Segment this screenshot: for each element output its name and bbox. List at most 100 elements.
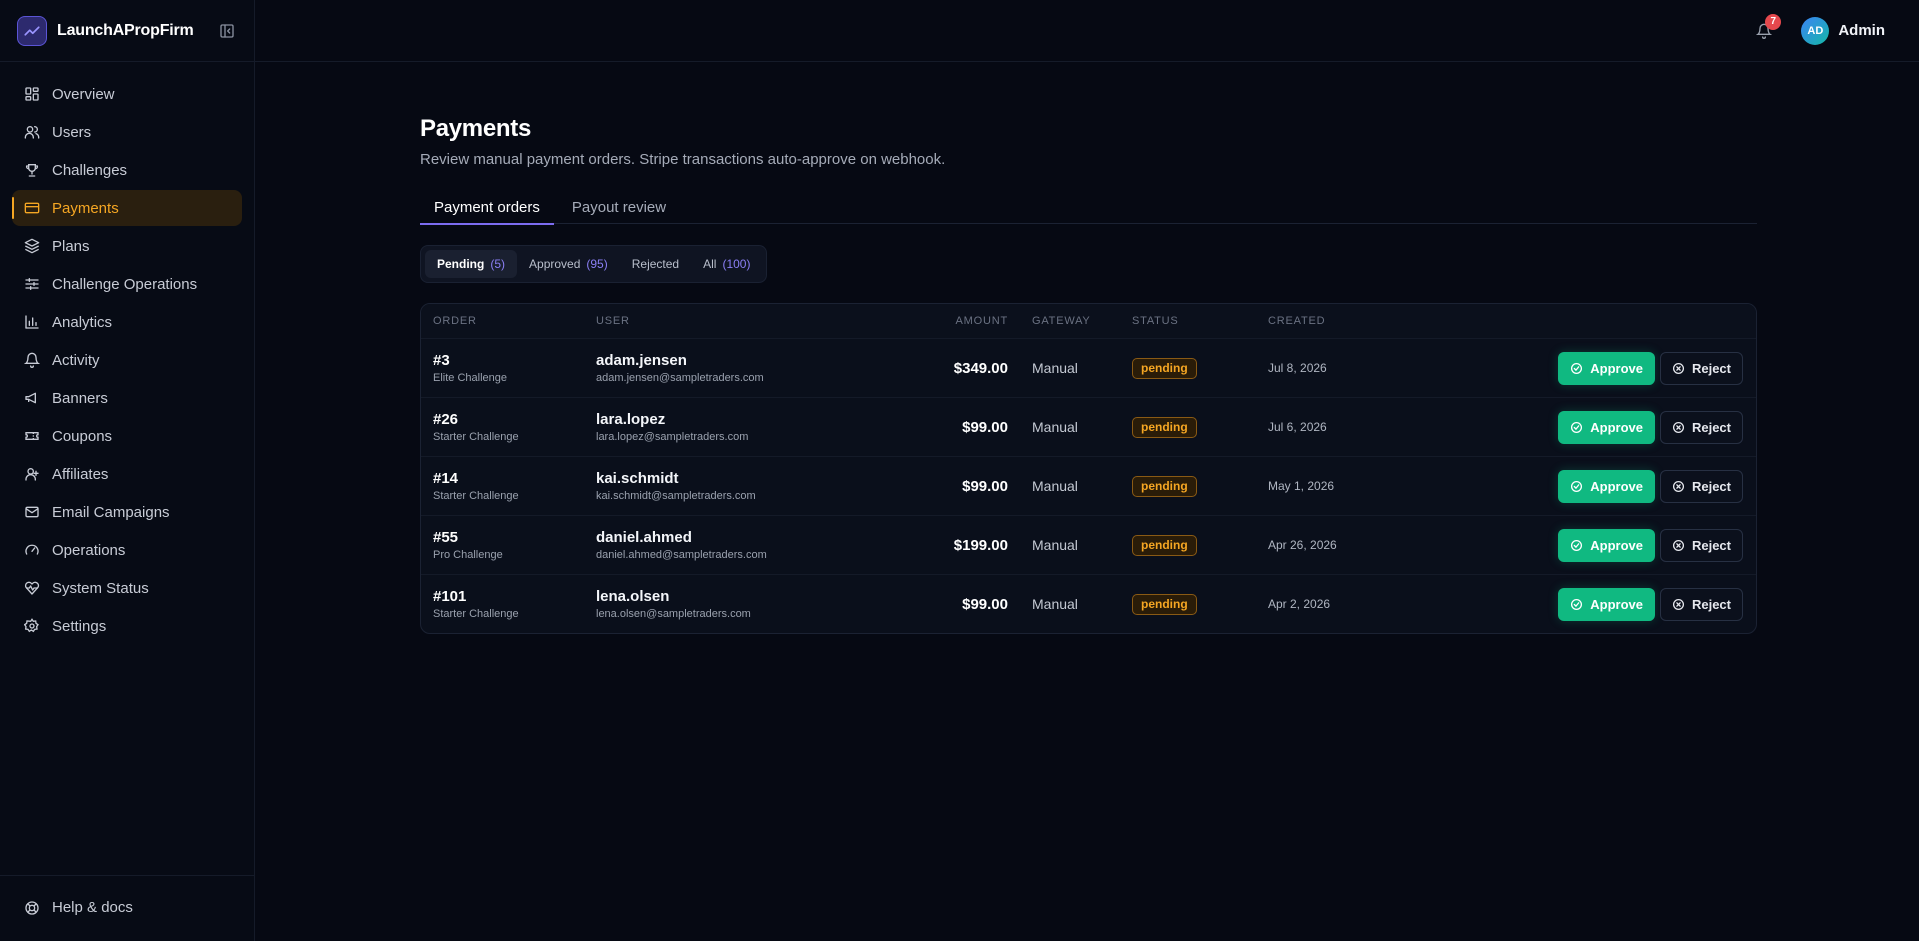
filter-pending[interactable]: Pending (5) bbox=[425, 250, 518, 278]
user-name[interactable]: daniel.ahmed bbox=[596, 529, 896, 546]
sidebar-item-challenge-operations[interactable]: Challenge Operations bbox=[12, 266, 242, 302]
status-badge: pending bbox=[1132, 534, 1197, 556]
reject-label: Reject bbox=[1691, 537, 1731, 553]
filter-rejected[interactable]: Rejected bbox=[620, 250, 691, 278]
column-header-user[interactable]: USER bbox=[596, 315, 896, 327]
sidebar-item-operations[interactable]: Operations bbox=[12, 532, 242, 568]
sidebar-item-label: Banners bbox=[52, 389, 108, 407]
column-header-status[interactable]: STATUS bbox=[1132, 315, 1268, 327]
sidebar-item-payments[interactable]: Payments bbox=[12, 190, 242, 226]
amount: $99.00 bbox=[962, 595, 1008, 613]
sidebar-item-label: Affiliates bbox=[52, 465, 109, 483]
gauge-icon bbox=[25, 544, 39, 555]
tabs: Payment orders Payout review bbox=[420, 190, 1757, 225]
order-id[interactable]: #14 bbox=[433, 470, 596, 487]
sidebar-item-activity[interactable]: Activity bbox=[12, 342, 242, 378]
tab-payout-review[interactable]: Payout review bbox=[558, 190, 680, 224]
table-row: #55 Pro Challenge daniel.ahmed daniel.ah… bbox=[421, 515, 1756, 574]
sidebar-item-settings[interactable]: Settings bbox=[12, 608, 242, 644]
sidebar-item-label: Challenge Operations bbox=[52, 275, 198, 293]
credit-card-icon bbox=[24, 202, 40, 214]
user-name[interactable]: lara.lopez bbox=[596, 411, 896, 428]
order-id[interactable]: #3 bbox=[433, 352, 596, 369]
approve-button[interactable]: Approve bbox=[1558, 410, 1655, 444]
sidebar-item-analytics[interactable]: Analytics bbox=[12, 304, 242, 340]
reject-label: Reject bbox=[1691, 419, 1731, 435]
column-header-created[interactable]: CREATED bbox=[1268, 315, 1438, 327]
sidebar-item-system-status[interactable]: System Status bbox=[12, 570, 242, 606]
reject-label: Reject bbox=[1691, 478, 1731, 494]
notifications-button[interactable]: 7 bbox=[1753, 13, 1782, 42]
approve-button[interactable]: Approve bbox=[1558, 469, 1655, 503]
sliders-icon bbox=[25, 278, 39, 290]
approve-button[interactable]: Approve bbox=[1558, 351, 1655, 385]
payments-content: Payments Review manual payment orders. S… bbox=[420, 115, 1757, 634]
status-cell: pending bbox=[1132, 475, 1268, 497]
order-cell: #101 Starter Challenge bbox=[421, 588, 596, 620]
column-header-gateway[interactable]: GATEWAY bbox=[1008, 315, 1132, 327]
reject-button[interactable]: Reject bbox=[1659, 528, 1743, 562]
column-header-amount[interactable]: AMOUNT bbox=[896, 315, 1008, 327]
approve-label: Approve bbox=[1590, 537, 1643, 553]
sidebar-item-label: Coupons bbox=[52, 427, 113, 445]
order-plan: Starter Challenge bbox=[433, 608, 519, 620]
filter-all[interactable]: All (100) bbox=[691, 250, 762, 278]
gateway: Manual bbox=[1032, 478, 1078, 494]
brand-name[interactable]: LaunchAPropFirm bbox=[57, 22, 194, 40]
sidebar-item-label: Challenges bbox=[52, 161, 128, 179]
sidebar-item-plans[interactable]: Plans bbox=[12, 228, 242, 264]
sidebar-item-label: Activity bbox=[52, 351, 100, 369]
user-cell: lena.olsen lena.olsen@sampletraders.com bbox=[596, 588, 896, 620]
main-area: 7 AD Admin Payments Review manual paymen… bbox=[255, 0, 1919, 941]
amount: $199.00 bbox=[953, 536, 1008, 554]
logo-icon[interactable] bbox=[17, 15, 47, 46]
notification-count-badge: 7 bbox=[1765, 13, 1782, 30]
reject-button[interactable]: Reject bbox=[1659, 351, 1743, 385]
sidebar-item-overview[interactable]: Overview bbox=[12, 76, 242, 112]
reject-button[interactable]: Reject bbox=[1659, 469, 1743, 503]
created-date: Jul 6, 2026 bbox=[1268, 420, 1327, 434]
reject-button[interactable]: Reject bbox=[1659, 410, 1743, 444]
approve-button[interactable]: Approve bbox=[1558, 587, 1655, 621]
user-name[interactable]: lena.olsen bbox=[596, 588, 896, 605]
sidebar-item-coupons[interactable]: Coupons bbox=[12, 418, 242, 454]
row-actions: Approve Reject bbox=[1438, 587, 1756, 621]
user-name[interactable]: adam.jensen bbox=[596, 352, 896, 369]
sidebar-item-users[interactable]: Users bbox=[12, 114, 242, 150]
collapse-sidebar-button[interactable] bbox=[216, 20, 238, 42]
approve-label: Approve bbox=[1590, 478, 1643, 494]
sidebar-item-label: Settings bbox=[52, 617, 107, 635]
sidebar-item-affiliates[interactable]: Affiliates bbox=[12, 456, 242, 492]
reject-button[interactable]: Reject bbox=[1659, 587, 1743, 621]
sidebar-item-banners[interactable]: Banners bbox=[12, 380, 242, 416]
check-circle-icon bbox=[1571, 362, 1583, 374]
user-name[interactable]: kai.schmidt bbox=[596, 470, 896, 487]
approve-button[interactable]: Approve bbox=[1558, 528, 1655, 562]
order-cell: #55 Pro Challenge bbox=[421, 529, 596, 561]
row-actions: Approve Reject bbox=[1438, 410, 1756, 444]
sidebar-collapse-icon bbox=[220, 23, 234, 38]
help-footer: Help & docs bbox=[0, 875, 254, 941]
sidebar-item-email-campaigns[interactable]: Email Campaigns bbox=[12, 494, 242, 530]
avatar[interactable]: AD bbox=[1801, 16, 1830, 45]
order-id[interactable]: #26 bbox=[433, 411, 596, 428]
row-actions: Approve Reject bbox=[1438, 469, 1756, 503]
user-cell: lara.lopez lara.lopez@sampletraders.com bbox=[596, 411, 896, 443]
order-id[interactable]: #101 bbox=[433, 588, 596, 605]
order-id[interactable]: #55 bbox=[433, 529, 596, 546]
column-header-order[interactable]: ORDER bbox=[421, 315, 596, 327]
user-email: kai.schmidt@sampletraders.com bbox=[596, 490, 756, 502]
user-menu-name[interactable]: Admin bbox=[1838, 22, 1885, 39]
filter-approved[interactable]: Approved (95) bbox=[517, 250, 620, 278]
sidebar-item-challenges[interactable]: Challenges bbox=[12, 152, 242, 188]
help-docs-link[interactable]: Help & docs bbox=[12, 890, 242, 926]
sidebar-nav: Overview Users Challenges Payments Plans… bbox=[0, 62, 254, 644]
sidebar-item-label: Plans bbox=[52, 237, 90, 255]
help-circle-icon bbox=[25, 900, 39, 915]
sidebar-item-label: System Status bbox=[52, 579, 149, 597]
status-cell: pending bbox=[1132, 416, 1268, 438]
tab-payment-orders[interactable]: Payment orders bbox=[420, 190, 554, 225]
mail-icon bbox=[25, 506, 39, 518]
status-cell: pending bbox=[1132, 593, 1268, 615]
user-email: daniel.ahmed@sampletraders.com bbox=[596, 549, 767, 561]
